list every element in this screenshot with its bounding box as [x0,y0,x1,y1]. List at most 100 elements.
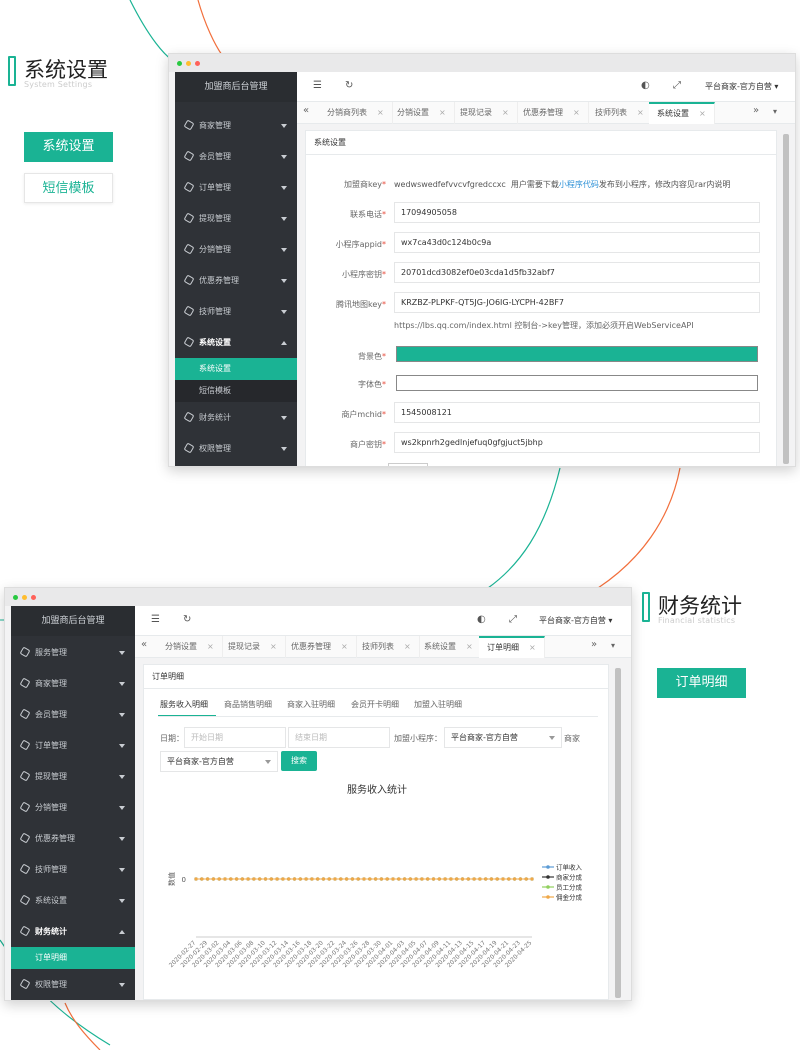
tab-technician-list[interactable]: 技师列表 × [354,636,420,658]
subtab-merchant-join[interactable]: 商家入驻明细 [287,699,335,710]
subtab-service-income[interactable]: 服务收入明细 [160,699,208,710]
tab-prev-icon[interactable]: « [303,105,309,116]
sidebar-item-distribution[interactable]: 分销管理 [11,792,135,823]
tab-next-icon[interactable]: » [591,639,597,650]
sidebar-item-finance[interactable]: 财务统计 [175,402,297,433]
sidebar-item-system[interactable]: 系统设置 [175,327,297,358]
tab-close-icon[interactable]: × [466,642,473,651]
tab-technician-list[interactable]: 技师列表 × [587,102,653,124]
tab-dropdown-icon[interactable]: ▾ [773,107,777,116]
data-point [414,877,418,881]
tab-close-icon[interactable]: × [529,643,536,652]
theme-icon[interactable]: ◐ [641,80,650,91]
mini-program-select[interactable]: 平台商家-官方自营 [444,727,562,748]
tab-order-detail[interactable]: 订单明细 × [479,636,545,658]
secret-field[interactable]: 20701dcd3082ef0e03cda1d5fb32abf7 [394,262,760,283]
sidebar-item-withdraw[interactable]: 提现管理 [11,761,135,792]
tab-distributor-list[interactable]: 分销商列表 × [319,102,393,124]
sidebar-item-member[interactable]: 会员管理 [175,141,297,172]
download-code-link[interactable]: 小程序代码 [559,180,599,189]
end-date-input[interactable]: 结束日期 [288,727,390,748]
tab-withdraw-records[interactable]: 提现记录 × [220,636,286,658]
window-dot-yellow-icon[interactable] [22,595,27,600]
sidebar-item-order[interactable]: 订单管理 [175,172,297,203]
refresh-icon[interactable]: ↻ [183,614,191,625]
system-settings-button[interactable]: 系统设置 [24,132,113,162]
tab-close-icon[interactable]: × [270,642,277,651]
tab-label: 分销设置 [165,642,197,651]
sidebar-item-member[interactable]: 会员管理 [11,699,135,730]
window-dot-green-icon[interactable] [13,595,18,600]
tab-system-settings[interactable]: 系统设置 × [649,102,715,124]
tab-coupon[interactable]: 优惠券管理 × [283,636,357,658]
tab-distribution-settings[interactable]: 分销设置 × [389,102,455,124]
sms-template-button[interactable]: 短信模板 [24,173,113,203]
start-date-input[interactable]: 开始日期 [184,727,286,748]
tab-close-icon[interactable]: × [341,642,348,651]
appid-field[interactable]: wx7ca43d0c124b0c9a [394,232,760,253]
tab-dropdown-icon[interactable]: ▾ [611,641,615,650]
order-detail-button[interactable]: 订单明细 [657,668,746,698]
tab-close-icon[interactable]: × [699,109,706,118]
scrollbar[interactable] [615,668,621,998]
phone-field[interactable]: 17094905058 [394,202,760,223]
sidebar-item-service[interactable]: 服务管理 [11,637,135,668]
tab-coupon[interactable]: 优惠券管理 × [515,102,589,124]
tab-next-icon[interactable]: » [753,105,759,116]
label-text: 小程序appid [335,240,382,249]
mapkey-field[interactable]: KRZBZ-PLPKF-QT5JG-JO6IG-LYCPH-42BF7 [394,292,760,313]
font-color-picker[interactable] [396,375,758,391]
tab-distribution-settings[interactable]: 分销设置 × [157,636,223,658]
sidebar-subitem-order-detail[interactable]: 订单明细 [11,947,135,969]
tab-close-icon[interactable]: × [502,108,509,117]
subtab-member-card[interactable]: 会员开卡明细 [351,699,399,710]
sidebar-item-order[interactable]: 订单管理 [11,730,135,761]
sidebar-item-merchant[interactable]: 商家管理 [11,668,135,699]
fullscreen-icon[interactable]: ⤢ [509,614,517,625]
theme-icon[interactable]: ◐ [477,614,486,625]
sidebar-item-permission[interactable]: 权限管理 [175,433,297,464]
menu-toggle-icon[interactable]: ☰ [151,614,160,625]
user-menu[interactable]: 平台商家-官方自营 ▾ [705,81,778,92]
mkey-field[interactable]: ws2kpnrh2gedlnjefuq0gfgjuct5jbhp [394,432,760,453]
sidebar-item-withdraw[interactable]: 提现管理 [175,203,297,234]
sidebar-item-permission[interactable]: 权限管理 [11,969,135,1000]
sidebar-item-coupon[interactable]: 优惠券管理 [11,823,135,854]
user-menu[interactable]: 平台商家-官方自营 ▾ [539,615,612,626]
merchant-select[interactable]: 平台商家-官方自营 [160,751,278,772]
sidebar-item-finance[interactable]: 财务统计 [11,916,135,947]
menu-toggle-icon[interactable]: ☰ [313,80,322,91]
sidebar-item-technician[interactable]: 技师管理 [11,854,135,885]
tab-close-icon[interactable]: × [377,108,384,117]
search-button[interactable]: 搜索 [281,751,317,771]
sidebar-item-technician[interactable]: 技师管理 [175,296,297,327]
tab-close-icon[interactable]: × [404,642,411,651]
save-button[interactable] [388,463,428,466]
tab-withdraw-records[interactable]: 提现记录 × [452,102,518,124]
chart-title: 服务收入统计 [347,783,407,796]
sidebar-item-coupon[interactable]: 优惠券管理 [175,265,297,296]
sidebar-item-merchant[interactable]: 商家管理 [175,110,297,141]
tab-system-settings[interactable]: 系统设置 × [416,636,482,658]
sidebar-subitem-sms-template[interactable]: 短信模板 [175,380,297,402]
bg-color-picker[interactable] [396,346,758,362]
sidebar-subitem-system-settings[interactable]: 系统设置 [175,358,297,380]
mchid-field[interactable]: 1545008121 [394,402,760,423]
subtab-franchise-join[interactable]: 加盟入驻明细 [414,699,462,710]
tab-close-icon[interactable]: × [439,108,446,117]
refresh-icon[interactable]: ↻ [345,80,353,91]
window-dot-green-icon[interactable] [177,61,182,66]
window-dot-red-icon[interactable] [31,595,36,600]
window-dot-red-icon[interactable] [195,61,200,66]
sidebar-item-distribution[interactable]: 分销管理 [175,234,297,265]
tab-close-icon[interactable]: × [637,108,644,117]
subtab-product-sales[interactable]: 商品销售明细 [224,699,272,710]
fullscreen-icon[interactable]: ⤢ [673,80,681,91]
tab-close-icon[interactable]: × [207,642,214,651]
scrollbar[interactable] [783,134,789,464]
sidebar: 加盟商后台管理 商家管理 会员管理 订单管理 提现管理 分销管理 优惠券管理 技… [175,72,297,466]
tab-prev-icon[interactable]: « [141,639,147,650]
sidebar-item-system[interactable]: 系统设置 [11,885,135,916]
window-dot-yellow-icon[interactable] [186,61,191,66]
tab-close-icon[interactable]: × [573,108,580,117]
